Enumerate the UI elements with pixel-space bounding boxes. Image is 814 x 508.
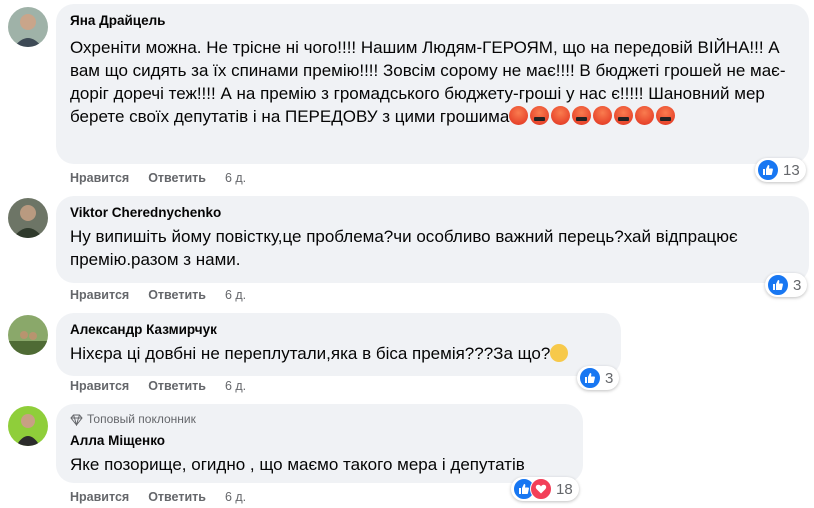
like-reaction-icon: [579, 367, 601, 389]
like-button[interactable]: Нравится: [70, 379, 129, 393]
reply-button[interactable]: Ответить: [148, 490, 206, 504]
comment-author[interactable]: Viktor Cherednychenko: [70, 204, 797, 222]
cursing-face-icon: [614, 106, 634, 125]
avatar[interactable]: [8, 406, 48, 446]
comment-bubble: Топовый поклонник Алла Міщенко Яке позор…: [56, 404, 583, 483]
love-reaction-icon: [530, 478, 552, 500]
angry-face-icon: [551, 106, 571, 125]
reply-button[interactable]: Ответить: [148, 171, 206, 185]
face-screaming-icon: [550, 344, 569, 362]
reaction-summary[interactable]: 18: [511, 477, 579, 501]
comment-actions: Нравится Ответить 6 д.: [70, 379, 265, 393]
avatar[interactable]: [8, 7, 48, 47]
reaction-count: 3: [793, 276, 802, 294]
diamond-icon: [70, 414, 83, 426]
like-button[interactable]: Нравится: [70, 171, 129, 185]
comment-text: Ніхєра ці довбні не переплутали,яка в бі…: [70, 342, 609, 365]
angry-face-icon: [635, 106, 655, 125]
comment-text: Ну випишіть йому повістку,це проблема?чи…: [70, 227, 738, 269]
reaction-count: 13: [783, 161, 800, 179]
reaction-count: 3: [605, 369, 614, 387]
reaction-count: 18: [556, 480, 573, 498]
reaction-summary[interactable]: 13: [755, 158, 806, 182]
comment-timestamp[interactable]: 6 д.: [225, 379, 246, 393]
like-button[interactable]: Нравится: [70, 288, 129, 302]
comment-text: Яке позорище, огидно , що маємо такого м…: [70, 455, 525, 474]
reaction-summary[interactable]: 3: [765, 273, 808, 297]
comment-timestamp[interactable]: 6 д.: [225, 171, 246, 185]
comment-text-body: Охреніти можна. Не трісне ні чого!!!! На…: [70, 38, 786, 126]
like-reaction-icon: [757, 159, 779, 181]
avatar[interactable]: [8, 198, 48, 238]
badge-label: Топовый поклонник: [87, 412, 196, 426]
angry-face-icon: [593, 106, 613, 125]
comment-author[interactable]: Алла Міщенко: [70, 432, 571, 450]
comment-timestamp[interactable]: 6 д.: [225, 490, 246, 504]
comment-actions: Нравится Ответить 6 д.: [70, 171, 265, 185]
comment-text: Охреніти можна. Не трісне ні чого!!!! На…: [70, 36, 797, 128]
comment-bubble: Александр Казмирчук Ніхєра ці довбні не …: [56, 313, 621, 376]
comment-actions: Нравится Ответить 6 д.: [70, 490, 265, 504]
comment-text-body: Ніхєра ці довбні не переплутали,яка в бі…: [70, 344, 551, 363]
comment-author[interactable]: Александр Казмирчук: [70, 321, 609, 339]
reply-button[interactable]: Ответить: [148, 288, 206, 302]
comment-timestamp[interactable]: 6 д.: [225, 288, 246, 302]
avatar[interactable]: [8, 315, 48, 355]
comment-author[interactable]: Яна Драйцель: [70, 12, 797, 30]
comment-bubble: Viktor Cherednychenko Ну випишіть йому п…: [56, 196, 809, 283]
reply-button[interactable]: Ответить: [148, 379, 206, 393]
cursing-face-icon: [572, 106, 592, 125]
emoji-group: [509, 106, 677, 126]
cursing-face-icon: [530, 106, 550, 125]
comment-actions: Нравится Ответить 6 д.: [70, 288, 265, 302]
like-button[interactable]: Нравится: [70, 490, 129, 504]
reaction-summary[interactable]: 3: [577, 366, 620, 390]
top-fan-badge[interactable]: Топовый поклонник: [70, 412, 571, 427]
cursing-face-icon: [656, 106, 676, 125]
like-reaction-icon: [767, 274, 789, 296]
comment-bubble: Яна Драйцель Охреніти можна. Не трісне н…: [56, 4, 809, 164]
angry-face-icon: [509, 106, 529, 125]
